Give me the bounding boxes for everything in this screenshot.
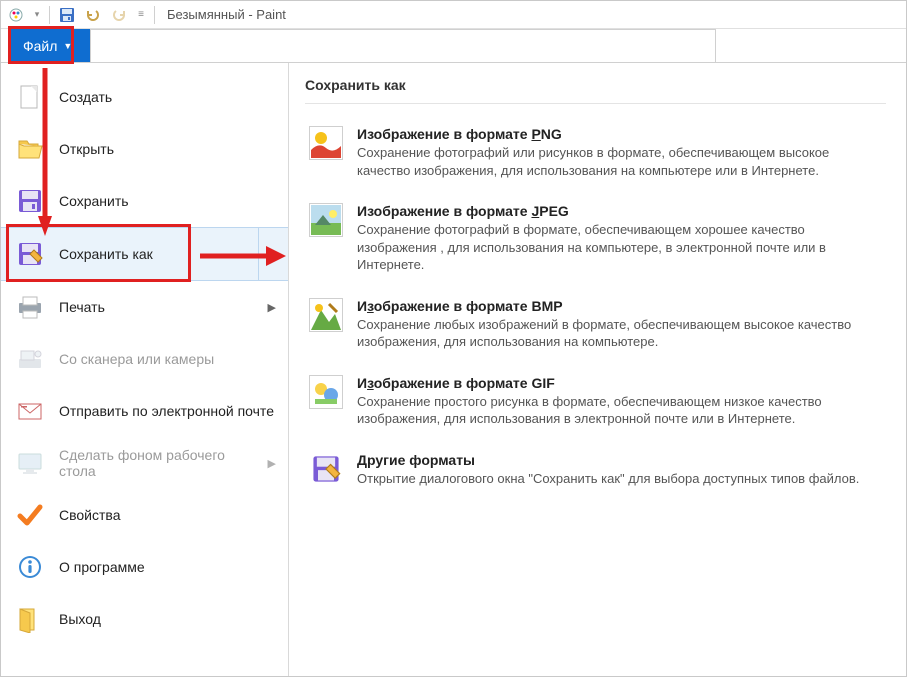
menu-item-label: Создать [59,89,276,105]
menu-item-save-as[interactable]: Сохранить как ▶ [1,227,288,281]
format-title: Изображение в формате BMP [357,298,882,314]
new-sheet-icon [15,82,45,112]
menu-item-label: Печать [59,299,254,315]
format-description: Сохранение любых изображений в формате, … [357,316,882,351]
save-as-submenu-chevron[interactable]: ▶ [258,228,288,280]
format-description: Открытие диалогового окна "Сохранить как… [357,470,882,488]
panel-header: Сохранить как [305,77,886,104]
chevron-right-icon: ▶ [268,301,276,314]
qat-customize-button[interactable]: ≡ [134,4,148,26]
format-thumb-icon [309,203,343,237]
tab-file[interactable]: Файл ▼ [11,29,90,62]
menu-item-label: Со сканера или камеры [59,351,276,367]
menu-item-label: Отправить по электронной почте [59,403,276,419]
window-title: Безымянный - Paint [167,7,286,22]
menu-item-save[interactable]: Сохранить [1,175,288,227]
chevron-right-icon: ▶ [268,457,276,470]
menu-item-label: Сделать фоном рабочего стола [59,447,254,479]
printer-icon [15,292,45,322]
menu-item-scanner: Со сканера или камеры [1,333,288,385]
menu-item-wallpaper: Сделать фоном рабочего стола ▶ [1,437,288,489]
ribbon-tabs: Файл ▼ [1,29,906,63]
info-icon [15,552,45,582]
save-as-panel: Сохранить как Изображение в формате PNG … [289,63,906,676]
separator [154,6,155,24]
format-description: Сохранение простого рисунка в формате, о… [357,393,882,428]
format-thumb-icon [309,126,343,160]
folder-open-icon [15,134,45,164]
checkmark-icon [15,500,45,530]
tab-file-label: Файл [23,38,57,54]
format-title: Другие форматы [357,452,882,468]
menu-item-label: О программе [59,559,276,575]
chevron-down-icon: ▼ [63,41,72,51]
qat-undo-button[interactable] [82,4,104,26]
qat-dropdown[interactable]: ▾ [31,4,43,26]
menu-item-send-email[interactable]: Отправить по электронной почте [1,385,288,437]
floppy-pencil-icon [15,239,45,269]
separator [49,6,50,24]
format-thumb-icon [309,375,343,409]
ribbon-area [90,29,716,62]
menu-item-properties[interactable]: Свойства [1,489,288,541]
floppy-icon [15,186,45,216]
exit-icon [15,604,45,634]
format-description: Сохранение фотографий в формате, обеспеч… [357,221,882,274]
qat-save-button[interactable] [56,4,78,26]
menu-item-label: Сохранить как [59,246,258,262]
menu-item-exit[interactable]: Выход [1,593,288,645]
menu-item-label: Свойства [59,507,276,523]
format-option-bmp[interactable]: Изображение в формате BMP Сохранение люб… [305,288,886,365]
menu-item-label: Выход [59,611,276,627]
floppy-pencil-icon [309,452,343,486]
menu-item-label: Открыть [59,141,276,157]
menu-item-open[interactable]: Открыть [1,123,288,175]
format-option-jpeg[interactable]: Изображение в формате JPEG Сохранение фо… [305,193,886,288]
qat-redo-button[interactable] [108,4,130,26]
file-menu: Создать Открыть Сохранить Сохранить как [1,63,289,676]
menu-item-about[interactable]: О программе [1,541,288,593]
scanner-icon [15,344,45,374]
format-title: Изображение в формате GIF [357,375,882,391]
title-bar: ▾ ≡ Безымянный - Paint [1,1,906,29]
menu-item-new[interactable]: Создать [1,71,288,123]
format-description: Сохранение фотографий или рисунков в фор… [357,144,882,179]
desktop-icon [15,448,45,478]
format-option-other[interactable]: Другие форматы Открытие диалогового окна… [305,442,886,502]
menu-item-label: Сохранить [59,193,276,209]
format-thumb-icon [309,298,343,332]
format-title: Изображение в формате PNG [357,126,882,142]
format-option-png[interactable]: Изображение в формате PNG Сохранение фот… [305,116,886,193]
envelope-icon [15,396,45,426]
app-icon[interactable] [5,4,27,26]
menu-item-print[interactable]: Печать ▶ [1,281,288,333]
backstage-panel: Создать Открыть Сохранить Сохранить как [1,63,906,676]
format-option-gif[interactable]: Изображение в формате GIF Сохранение про… [305,365,886,442]
format-title: Изображение в формате JPEG [357,203,882,219]
